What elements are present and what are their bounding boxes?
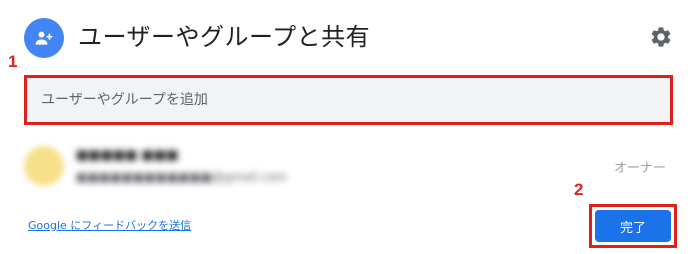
gear-icon[interactable] bbox=[648, 24, 674, 50]
dialog-title: ユーザーやグループと共有 bbox=[78, 23, 371, 51]
done-button-highlight: 完了 bbox=[589, 204, 677, 248]
feedback-link[interactable]: Google にフィードバックを送信 bbox=[28, 217, 191, 233]
person-add-glyph bbox=[35, 31, 53, 45]
person-email: ■■■■■■■■■■■■@gmail.com bbox=[76, 170, 287, 184]
add-people-input[interactable] bbox=[27, 78, 670, 122]
person-name: ■■■■■ ■■■ bbox=[76, 148, 179, 163]
step-marker-2: 2 bbox=[574, 180, 584, 199]
role-label: オーナー bbox=[613, 161, 666, 176]
done-button[interactable]: 完了 bbox=[595, 210, 671, 242]
person-add-icon bbox=[24, 18, 64, 58]
step-marker-1: 1 bbox=[8, 52, 18, 71]
add-people-field[interactable] bbox=[24, 75, 673, 125]
avatar bbox=[24, 146, 64, 186]
